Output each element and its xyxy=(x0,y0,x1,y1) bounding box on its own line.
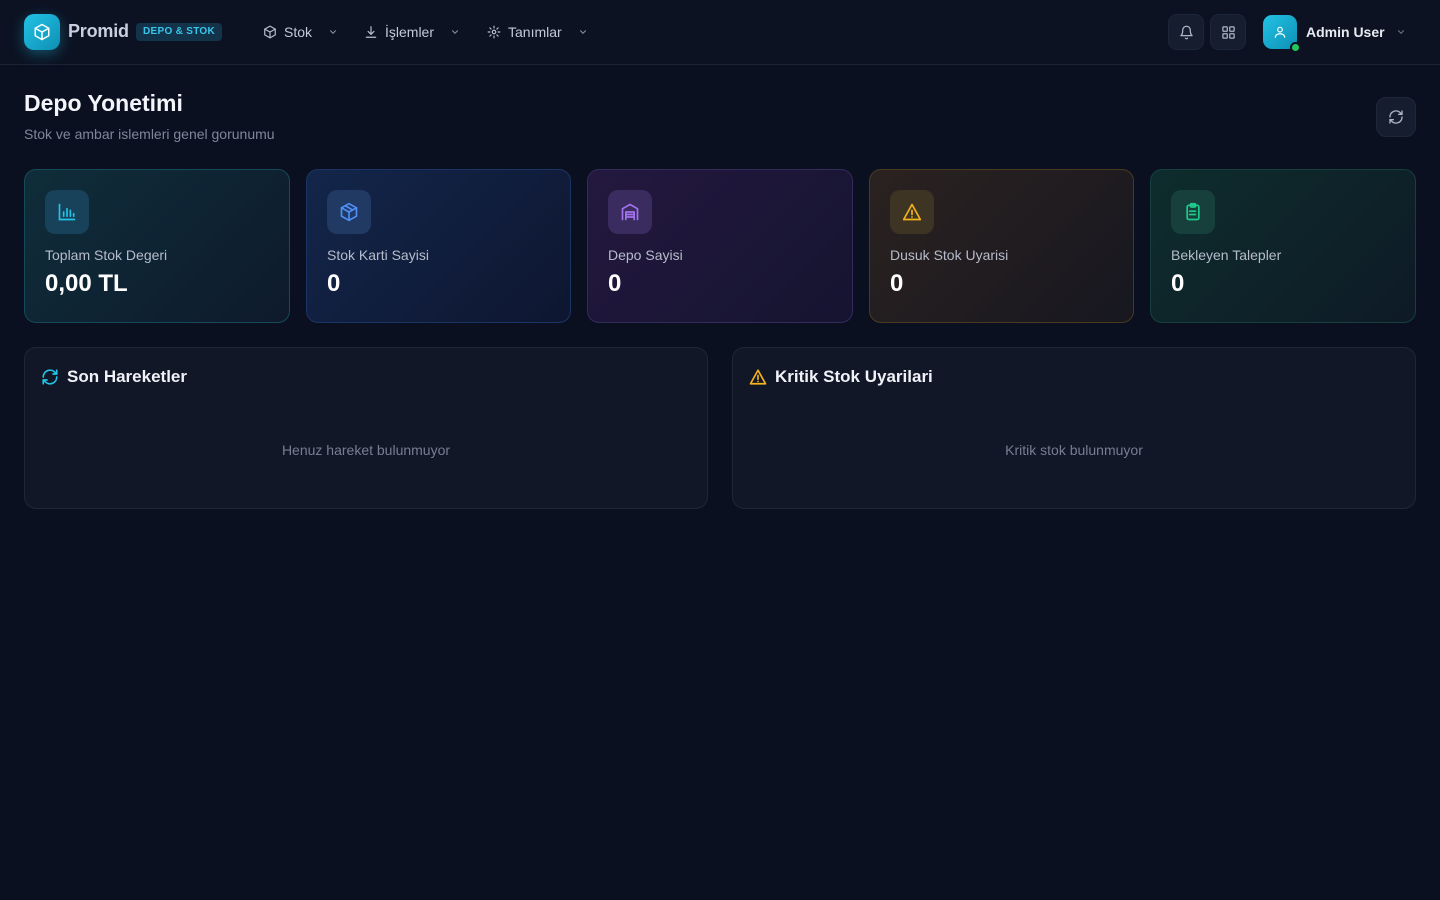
stat-icon-box xyxy=(1171,190,1215,234)
online-status-dot xyxy=(1290,42,1301,53)
grid-icon xyxy=(1221,25,1235,39)
bell-icon xyxy=(1179,25,1193,39)
stat-card-low-stock-warning[interactable]: Dusuk Stok Uyarisi 0 xyxy=(869,169,1134,323)
empty-state-text: Kritik stok bulunmuyor xyxy=(1005,442,1143,458)
gear-icon xyxy=(487,25,501,39)
stat-icon-box xyxy=(327,190,371,234)
stat-label: Dusuk Stok Uyarisi xyxy=(890,247,1009,263)
chevron-down-icon xyxy=(329,30,337,34)
stat-value: 0 xyxy=(1171,270,1185,297)
refresh-icon xyxy=(42,369,58,385)
nav-item-stok[interactable]: Stok xyxy=(263,21,338,43)
user-icon xyxy=(1274,26,1286,38)
nav-item-tanimlar[interactable]: Tanımlar xyxy=(487,21,588,43)
panel-header: Son Hareketler xyxy=(41,367,187,387)
refresh-button[interactable] xyxy=(1376,97,1416,137)
recent-movements-panel: Son Hareketler Henuz hareket bulunmuyor xyxy=(24,347,708,509)
nav-item-islemler[interactable]: İşlemler xyxy=(364,21,460,43)
stat-card-warehouse-count[interactable]: Depo Sayisi 0 xyxy=(587,169,853,323)
stat-value: 0 xyxy=(890,270,904,297)
page-title: Depo Yonetimi xyxy=(24,90,183,116)
warning-icon xyxy=(749,369,767,385)
warehouse-icon xyxy=(621,203,639,221)
package-icon xyxy=(34,23,50,41)
download-icon xyxy=(365,26,377,38)
stat-card-total-stock-value[interactable]: Toplam Stok Degeri 0,00 TL xyxy=(24,169,290,323)
stat-icon-box xyxy=(890,190,934,234)
top-navbar: Promid DEPO & STOK Stok İşlemler Tanımla… xyxy=(0,0,1440,65)
panel-header: Kritik Stok Uyarilari xyxy=(749,367,933,387)
nav-item-label: Stok xyxy=(284,24,313,40)
stat-label: Depo Sayisi xyxy=(608,247,683,263)
empty-state-text: Henuz hareket bulunmuyor xyxy=(281,442,451,458)
chevron-down-icon xyxy=(579,30,586,34)
chevron-down-icon xyxy=(451,30,459,34)
notifications-button[interactable] xyxy=(1168,14,1204,50)
package-icon xyxy=(340,202,358,222)
stat-label: Bekleyen Talepler xyxy=(1171,247,1282,263)
stat-label: Toplam Stok Degeri xyxy=(45,247,168,263)
nav-item-label: İşlemler xyxy=(385,24,435,40)
warning-icon xyxy=(902,203,922,221)
user-menu[interactable]: Admin User xyxy=(1263,15,1406,53)
stat-card-pending-requests[interactable]: Bekleyen Talepler 0 xyxy=(1150,169,1416,323)
stat-label: Stok Karti Sayisi xyxy=(327,247,429,263)
apps-button[interactable] xyxy=(1210,14,1246,50)
brand-logo[interactable] xyxy=(24,14,60,50)
stat-value: 0,00 TL xyxy=(45,270,128,297)
bar-chart-icon xyxy=(58,203,76,221)
avatar xyxy=(1263,15,1301,53)
refresh-icon xyxy=(1389,110,1403,124)
stat-icon-box xyxy=(608,190,652,234)
panel-title: Son Hareketler xyxy=(67,367,187,386)
clipboard-icon xyxy=(1186,202,1200,221)
nav-item-label: Tanımlar xyxy=(508,24,562,40)
stat-value: 0 xyxy=(327,270,341,297)
stat-icon-box xyxy=(45,190,89,234)
page-subtitle: Stok ve ambar islemleri genel gorunumu xyxy=(24,126,275,142)
panel-title: Kritik Stok Uyarilari xyxy=(775,367,933,386)
stat-card-stock-card-count[interactable]: Stok Karti Sayisi 0 xyxy=(306,169,571,323)
brand-name[interactable]: Promid xyxy=(68,21,129,42)
stat-value: 0 xyxy=(608,270,622,297)
brand-badge: DEPO & STOK xyxy=(136,23,223,41)
package-icon xyxy=(264,25,276,39)
critical-stock-panel: Kritik Stok Uyarilari Kritik stok bulunm… xyxy=(732,347,1416,509)
chevron-down-icon xyxy=(1397,30,1404,34)
user-name: Admin User xyxy=(1306,24,1385,40)
